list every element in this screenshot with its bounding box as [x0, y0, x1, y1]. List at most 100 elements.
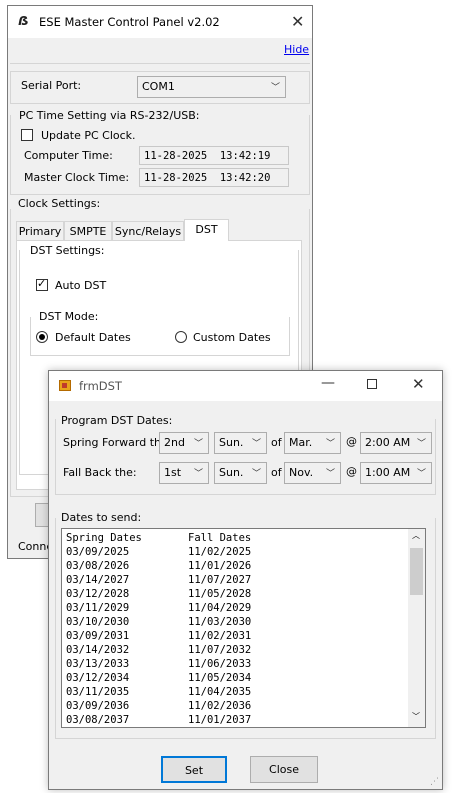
spring-time-select[interactable]: 2:00 AM ﹀: [360, 432, 432, 454]
chevron-down-icon: ﹀: [325, 439, 335, 449]
update-pc-clock-label[interactable]: Update PC Clock.: [41, 129, 136, 142]
master-clock-time-label: Master Clock Time:: [24, 171, 130, 184]
computer-time-label: Computer Time:: [24, 149, 113, 162]
fall-at-label: @: [346, 465, 357, 478]
fall-time-value: 1:00 AM: [365, 466, 411, 479]
fall-month-select[interactable]: Nov. ﹀: [284, 462, 341, 484]
serial-port-select[interactable]: COM1 ﹀: [137, 76, 286, 98]
list-item-fall: 11/07/2027: [188, 574, 252, 586]
list-item-spring: 03/08/2026: [66, 560, 130, 572]
chevron-down-icon: ﹀: [416, 439, 426, 449]
list-item-spring: 03/08/2037: [66, 714, 130, 726]
dst-titlebar: frmDST — ✕: [49, 371, 442, 401]
spring-day-value: Sun.: [219, 436, 244, 449]
tab-sync-relays[interactable]: Sync/Relays: [112, 221, 184, 240]
tab-dst[interactable]: DST: [184, 219, 229, 241]
fall-day-select[interactable]: Sun. ﹀: [214, 462, 267, 484]
list-item-fall: 11/03/2030: [188, 616, 252, 628]
program-dst-title: Program DST Dates:: [61, 414, 173, 427]
spring-month-select[interactable]: Mar. ﹀: [284, 432, 341, 454]
form-icon: [59, 380, 71, 391]
maximize-icon[interactable]: [367, 379, 377, 389]
list-item-spring: 03/14/2027: [66, 574, 130, 586]
list-item-spring: 03/11/2029: [66, 602, 130, 614]
update-pc-clock-checkbox[interactable]: [21, 129, 33, 141]
computer-time-value: 11-28-2025 13:42:19: [139, 146, 289, 165]
list-item-fall: 11/02/2036: [188, 700, 252, 712]
list-item-spring: 03/12/2028: [66, 588, 130, 600]
fall-back-label: Fall Back the:: [63, 466, 137, 479]
tab-primary[interactable]: Primary: [16, 221, 64, 240]
spring-month-value: Mar.: [289, 436, 313, 449]
chevron-down-icon: ﹀: [193, 439, 203, 449]
list-item-spring: 03/14/2032: [66, 644, 130, 656]
header-divider: [10, 63, 310, 64]
list-header-fall: Fall Dates: [188, 532, 252, 544]
list-item-spring: 03/09/2031: [66, 630, 130, 642]
list-item-spring: 03/10/2030: [66, 616, 130, 628]
main-titlebar: ẞ ESE Master Control Panel v2.02 ✕: [8, 6, 312, 38]
custom-dates-radio[interactable]: [175, 331, 187, 343]
scrollbar-thumb[interactable]: [410, 548, 423, 595]
scroll-up-icon[interactable]: ︿: [412, 530, 420, 541]
list-item-fall: 11/05/2028: [188, 588, 252, 600]
list-item-fall: 11/01/2037: [188, 714, 252, 726]
set-button-label: Set: [184, 764, 204, 777]
check-icon: ✓: [37, 277, 47, 290]
list-item-spring: 03/12/2034: [66, 672, 130, 684]
dates-to-send-title: Dates to send:: [61, 511, 142, 524]
close-button-label: Close: [269, 763, 299, 776]
dst-mode-title: DST Mode:: [37, 310, 101, 323]
default-dates-label[interactable]: Default Dates: [55, 331, 131, 344]
auto-dst-label[interactable]: Auto DST: [55, 279, 106, 292]
scrollbar[interactable]: ︿ ﹀: [408, 529, 425, 727]
close-button[interactable]: Close: [250, 756, 318, 783]
chevron-down-icon: ﹀: [251, 469, 261, 479]
chevron-down-icon: ﹀: [251, 439, 261, 449]
list-item-fall: 11/02/2031: [188, 630, 252, 642]
dst-window-title: frmDST: [79, 379, 122, 393]
list-item-spring: 03/13/2033: [66, 658, 130, 670]
list-item-spring: 03/09/2036: [66, 700, 130, 712]
list-item-fall: 11/04/2035: [188, 686, 252, 698]
master-clock-time-value: 11-28-2025 13:42:20: [139, 168, 289, 187]
spring-week-value: 2nd: [164, 436, 185, 449]
list-item-fall: 11/01/2026: [188, 560, 252, 572]
custom-dates-label[interactable]: Custom Dates: [193, 331, 271, 344]
chevron-down-icon: ﹀: [193, 469, 203, 479]
spring-time-value: 2:00 AM: [365, 436, 411, 449]
hide-link[interactable]: Hide: [284, 43, 309, 56]
spring-of-label: of: [271, 436, 282, 449]
form-icon-inner: [62, 383, 67, 388]
default-dates-radio[interactable]: [36, 331, 48, 343]
scroll-down-icon[interactable]: ﹀: [412, 711, 420, 722]
dst-settings-title: DST Settings:: [28, 244, 107, 257]
pc-time-group-title: PC Time Setting via RS-232/USB:: [19, 109, 200, 122]
spring-day-select[interactable]: Sun. ﹀: [214, 432, 267, 454]
auto-dst-checkbox[interactable]: ✓: [36, 277, 48, 291]
fall-time-select[interactable]: 1:00 AM ﹀: [360, 462, 432, 484]
fall-month-value: Nov.: [289, 466, 314, 479]
close-icon[interactable]: ✕: [412, 375, 425, 393]
spring-week-select[interactable]: 2nd ﹀: [159, 432, 209, 454]
tab-sync-relays-label: Sync/Relays: [114, 225, 182, 238]
fall-week-value: 1st: [164, 466, 182, 479]
set-button[interactable]: Set: [161, 756, 227, 783]
clock-settings-title: Clock Settings:: [18, 197, 101, 210]
spring-forward-label: Spring Forward the:: [63, 436, 172, 449]
chevron-down-icon: ﹀: [270, 83, 280, 93]
list-item-spring: 03/09/2025: [66, 546, 130, 558]
radio-selected-dot: [39, 334, 45, 340]
close-icon[interactable]: ✕: [291, 12, 304, 31]
dates-listbox[interactable]: Spring Dates Fall Dates 03/09/2025 11/02/20…: [61, 528, 426, 728]
spring-at-label: @: [346, 435, 357, 448]
minimize-icon[interactable]: —: [321, 375, 335, 391]
list-item-fall: 11/06/2033: [188, 658, 252, 670]
resize-grip-icon[interactable]: ⋰: [430, 777, 439, 787]
list-item-fall: 11/07/2032: [188, 644, 252, 656]
tab-smpte[interactable]: SMPTE: [64, 221, 112, 240]
ese-logo-icon: ẞ: [18, 14, 29, 28]
fall-week-select[interactable]: 1st ﹀: [159, 462, 209, 484]
tab-dst-label: DST: [195, 223, 218, 236]
tab-primary-label: Primary: [18, 225, 62, 238]
